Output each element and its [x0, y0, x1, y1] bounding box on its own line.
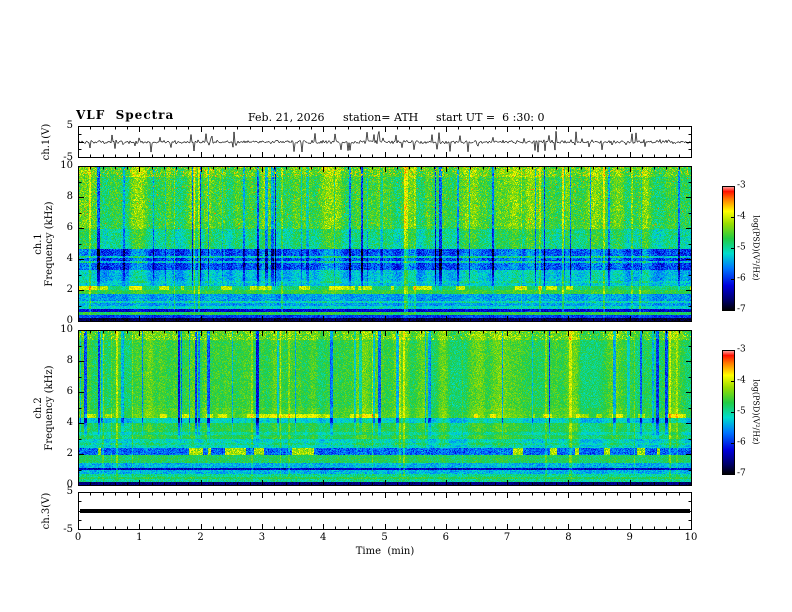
- colorbar-tick-label: -7: [737, 304, 746, 315]
- colorbar-tick-label: -4: [737, 375, 746, 386]
- colorbar-ch1-label: log(PSD)(V²/Hz): [752, 186, 762, 311]
- time-axis-label: Time (min): [355, 546, 415, 557]
- y-tick-label: 5: [66, 120, 73, 131]
- y-tick-label: -5: [63, 524, 73, 535]
- axis-label-text: ch.1: [33, 233, 44, 255]
- x-tick-label: 3: [258, 532, 266, 543]
- x-tick-label: 0: [74, 532, 82, 543]
- axis-label-text: ch.1(V): [40, 123, 52, 161]
- colorbar-ch1-canvas: [722, 186, 735, 311]
- y-tick-label: 2: [66, 448, 73, 459]
- colorbar-tick-label: -6: [737, 437, 746, 448]
- y-tick-label: 2: [66, 284, 73, 295]
- plot-title: VLF Spectra: [76, 108, 175, 122]
- ch1-waveform-canvas: [78, 126, 692, 158]
- y-tick-label: 4: [66, 417, 73, 428]
- y-tick-label: 10: [60, 324, 73, 335]
- y-tick-label: 4: [66, 253, 73, 264]
- x-tick-label: 4: [320, 532, 327, 543]
- ch2-spectrogram-canvas: [78, 330, 692, 486]
- axis-label-text: log(PSD)(V²/Hz): [752, 215, 761, 281]
- x-tick-label: 5: [381, 532, 388, 543]
- vlf-spectra-figure: VLF Spectra Feb. 21, 2026 station= ATH s…: [0, 0, 792, 612]
- x-tick-label: 10: [684, 532, 698, 543]
- x-tick-label: 1: [136, 532, 143, 543]
- station-label: station= ATH: [343, 111, 419, 124]
- ch1-spectrogram-canvas: [78, 166, 692, 322]
- y-tick-label: 8: [66, 355, 73, 366]
- y-tick-label: 6: [66, 222, 73, 233]
- date-label: Feb. 21, 2026: [248, 111, 325, 124]
- ch3-waveform-canvas: [78, 492, 692, 530]
- colorbar-tick-label: -5: [737, 242, 746, 253]
- y-tick-label: -5: [63, 152, 73, 163]
- colorbar-tick-label: -3: [737, 180, 746, 191]
- x-tick-label: 9: [626, 532, 633, 543]
- start-ut-label: start UT = 6 :30: 0: [436, 111, 545, 124]
- colorbar-ch2-canvas: [722, 350, 735, 475]
- axis-label-text: log(PSD)(V²/Hz): [752, 379, 761, 445]
- axis-label-text: Frequency (kHz): [44, 365, 55, 451]
- axis-label-text: ch.3(V): [40, 492, 52, 530]
- x-tick-label: 6: [442, 532, 449, 543]
- colorbar-ch2-label: log(PSD)(V²/Hz): [752, 350, 762, 475]
- ch1-freq-axis-label: ch.1 Frequency (kHz): [33, 166, 55, 322]
- y-tick-label: 8: [66, 191, 73, 202]
- x-tick-label: 7: [503, 532, 511, 543]
- colorbar-tick-label: -5: [737, 406, 746, 417]
- colorbar-tick-label: -3: [737, 344, 746, 355]
- colorbar-tick-label: -6: [737, 273, 746, 284]
- y-tick-label: 6: [66, 386, 73, 397]
- axis-label-text: ch.2: [33, 397, 44, 419]
- y-tick-label: 5: [66, 486, 73, 497]
- ch3-volt-axis-label: ch.3(V): [40, 451, 52, 571]
- colorbar-tick-label: -4: [737, 211, 746, 222]
- colorbar-tick-label: -7: [737, 468, 746, 479]
- x-tick-label: 2: [197, 532, 204, 543]
- axis-label-text: Frequency (kHz): [44, 201, 55, 287]
- x-tick-label: 8: [565, 532, 572, 543]
